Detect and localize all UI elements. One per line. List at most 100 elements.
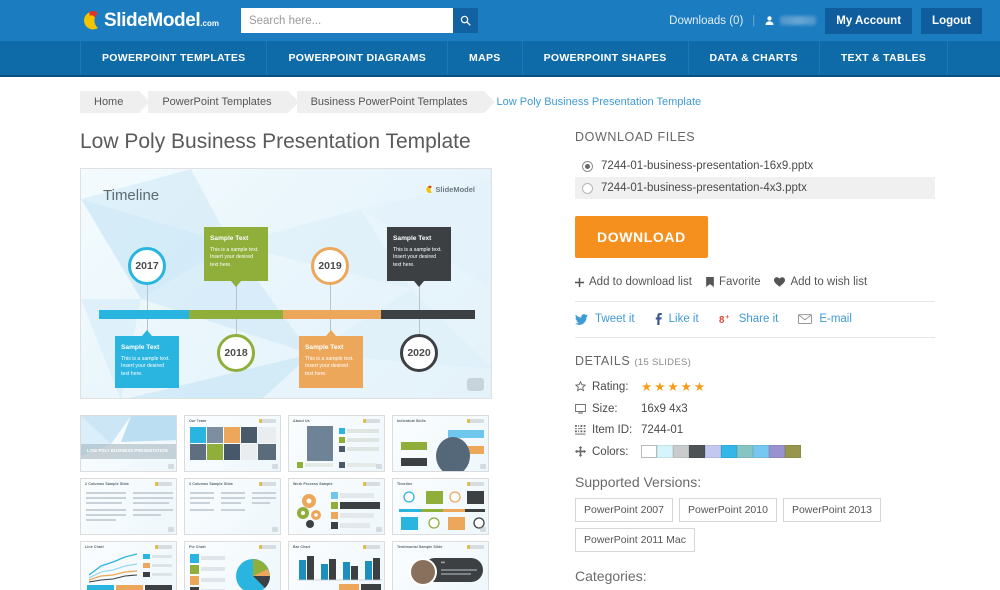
thumbnail-pie-chart[interactable]: Pie Chart bbox=[184, 541, 281, 590]
search-button[interactable] bbox=[452, 8, 478, 33]
thumbnail-three-columns[interactable]: 3 Columns Sample Slide bbox=[184, 478, 281, 535]
thumbnail-title: LOW POLY BUSINESS PRESENTATION bbox=[87, 448, 168, 453]
heart-icon bbox=[774, 277, 786, 287]
nav-item-data-and-charts[interactable]: DATA & CHARTS bbox=[689, 41, 820, 75]
item-id-label: Item ID: bbox=[592, 424, 633, 436]
breadcrumb-item-powerpoint-templates[interactable]: PowerPoint Templates bbox=[148, 91, 299, 113]
thumbnail-work-process[interactable]: Work Process Sample bbox=[288, 478, 385, 535]
color-swatch bbox=[721, 445, 737, 458]
add-to-wish-list-action[interactable]: Add to wish list bbox=[774, 276, 867, 288]
favorite-action[interactable]: Favorite bbox=[706, 276, 760, 288]
site-logo[interactable]: SlideModel.com bbox=[78, 9, 219, 32]
nav-item-powerpoint-shapes[interactable]: POWERPOINT SHAPES bbox=[523, 41, 689, 75]
color-swatch bbox=[689, 445, 705, 458]
version-chip-2010[interactable]: PowerPoint 2010 bbox=[678, 498, 777, 522]
item-id-value: 7244-01 bbox=[641, 424, 684, 436]
my-account-button[interactable]: My Account bbox=[825, 7, 913, 34]
details-slide-count: (15 SLIDES) bbox=[634, 357, 692, 368]
product-sidebar: DOWNLOAD FILES 7244-01-business-presenta… bbox=[575, 113, 935, 590]
radio-16x9[interactable] bbox=[582, 160, 593, 172]
thumbnail-about-us[interactable]: About Us bbox=[288, 415, 385, 472]
milestone-2018: 2018 bbox=[217, 334, 255, 372]
main-navigation: POWERPOINT TEMPLATES POWERPOINT DIAGRAMS… bbox=[0, 41, 1000, 77]
breadcrumb-item-home[interactable]: Home bbox=[80, 91, 151, 113]
tweet-it-label: Tweet it bbox=[595, 313, 635, 325]
timeline-segment-4 bbox=[380, 310, 475, 319]
nav-item-powerpoint-diagrams[interactable]: POWERPOINT DIAGRAMS bbox=[267, 41, 449, 75]
preview-watermark: SlideModel bbox=[424, 185, 475, 194]
thumbnail-two-columns[interactable]: 2 Columns Sample Slide bbox=[80, 478, 177, 535]
radio-4x3[interactable] bbox=[582, 182, 593, 194]
details-heading: DETAILS (15 SLIDES) bbox=[575, 354, 692, 368]
thumbnail-watermark-icon bbox=[259, 419, 276, 423]
nav-item-maps[interactable]: MAPS bbox=[448, 41, 523, 75]
supported-versions-chips: PowerPoint 2007 PowerPoint 2010 PowerPoi… bbox=[575, 498, 935, 552]
color-swatch bbox=[737, 445, 753, 458]
add-to-download-list-action[interactable]: Add to download list bbox=[575, 276, 692, 288]
email-action[interactable]: E-mail bbox=[798, 313, 852, 325]
thumbnail-corner-icon bbox=[272, 464, 278, 469]
like-it-action[interactable]: Like it bbox=[655, 313, 699, 325]
download-files-section: DOWNLOAD FILES 7244-01-business-presenta… bbox=[575, 130, 935, 590]
logo-dotcom: .com bbox=[200, 18, 219, 28]
thumbnail-line-chart[interactable]: Line Chart bbox=[80, 541, 177, 590]
thumbnail-bar-chart[interactable]: Bar Chart bbox=[288, 541, 385, 590]
logo-text: SlideModel.com bbox=[104, 9, 219, 31]
supported-versions-section: Supported Versions: PowerPoint 2007 Powe… bbox=[575, 474, 935, 552]
timeline-segment-2 bbox=[189, 310, 284, 319]
preview-text-box: Sample Text This is a sample text. Insert… bbox=[299, 336, 363, 388]
timeline-bar bbox=[99, 310, 475, 319]
categories-heading: Categories: bbox=[575, 568, 647, 584]
supported-versions-heading: Supported Versions: bbox=[575, 474, 702, 490]
search-bar[interactable] bbox=[240, 8, 478, 33]
tweet-it-action[interactable]: Tweet it bbox=[575, 313, 635, 325]
like-it-label: Like it bbox=[668, 313, 699, 325]
logout-button[interactable]: Logout bbox=[921, 7, 982, 34]
breadcrumb-item-business-powerpoint-templates[interactable]: Business PowerPoint Templates bbox=[296, 91, 495, 113]
thumbnail-our-team[interactable]: Our Team bbox=[184, 415, 281, 472]
version-chip-2013[interactable]: PowerPoint 2013 bbox=[782, 498, 881, 522]
nav-item-text-and-tables[interactable]: TEXT & TABLES bbox=[820, 41, 949, 75]
download-button[interactable]: DOWNLOAD bbox=[575, 216, 708, 258]
search-input[interactable] bbox=[240, 8, 453, 33]
star-outline-icon bbox=[575, 381, 586, 392]
bookmark-icon bbox=[706, 277, 714, 287]
secondary-actions: Add to download list Favorite Add to wis… bbox=[575, 276, 935, 302]
svg-text:8: 8 bbox=[719, 315, 725, 325]
color-swatches bbox=[641, 445, 801, 458]
thumbnail-corner-icon bbox=[168, 527, 174, 532]
timeline-segment-3 bbox=[283, 310, 381, 319]
twitter-icon bbox=[575, 313, 588, 325]
preview-zoom-control[interactable] bbox=[467, 378, 484, 391]
rating-stars: ★★★★★ bbox=[641, 380, 708, 394]
colors-label-group: Colors: bbox=[575, 446, 641, 458]
preview-text-box: Sample Text This is a sample text. Insert… bbox=[387, 227, 451, 281]
colors-label: Colors: bbox=[592, 445, 629, 458]
facebook-icon bbox=[655, 313, 662, 325]
search-icon bbox=[460, 15, 471, 26]
thumbnail-individual-skills[interactable]: Individual Skills bbox=[392, 415, 489, 472]
username-masked bbox=[780, 16, 817, 25]
nav-item-powerpoint-templates[interactable]: POWERPOINT TEMPLATES bbox=[80, 41, 268, 75]
user-chip[interactable] bbox=[764, 15, 817, 26]
version-chip-2007[interactable]: PowerPoint 2007 bbox=[575, 498, 673, 522]
thumbnail-corner-icon bbox=[480, 464, 486, 469]
version-chip-2011-mac[interactable]: PowerPoint 2011 Mac bbox=[575, 528, 695, 552]
downloads-link[interactable]: Downloads (0) bbox=[669, 15, 743, 27]
categories-section: Categories: Business PowerPoint Template… bbox=[575, 568, 935, 590]
milestone-2017: 2017 bbox=[128, 247, 166, 285]
preview-slide-title: Timeline bbox=[103, 187, 160, 204]
add-to-wish-list-label: Add to wish list bbox=[790, 276, 868, 288]
slide-preview[interactable]: Timeline SlideModel Sample Text This is … bbox=[80, 168, 492, 399]
thumbnail-cover[interactable]: LOW POLY BUSINESS PRESENTATION bbox=[80, 415, 177, 472]
thumbnail-testimonial[interactable]: Testimonial Sample Slide ““ bbox=[392, 541, 489, 590]
thumbnail-timeline[interactable]: Timeline bbox=[392, 478, 489, 535]
thumbnail-title: Our Team bbox=[189, 419, 207, 423]
preview-text-box: Sample Text This is a sample text. Insert… bbox=[204, 227, 268, 281]
share-it-action[interactable]: 8 + Share it bbox=[719, 313, 779, 325]
file-option-4x3[interactable]: 7244-01-business-presentation-4x3.pptx bbox=[575, 177, 935, 199]
milestone-2019: 2019 bbox=[311, 247, 349, 285]
file-option-16x9[interactable]: 7244-01-business-presentation-16x9.pptx bbox=[575, 155, 935, 177]
page-body: Low Poly Business Presentation Template … bbox=[0, 113, 1000, 590]
slidemodel-logo-icon bbox=[78, 9, 101, 32]
